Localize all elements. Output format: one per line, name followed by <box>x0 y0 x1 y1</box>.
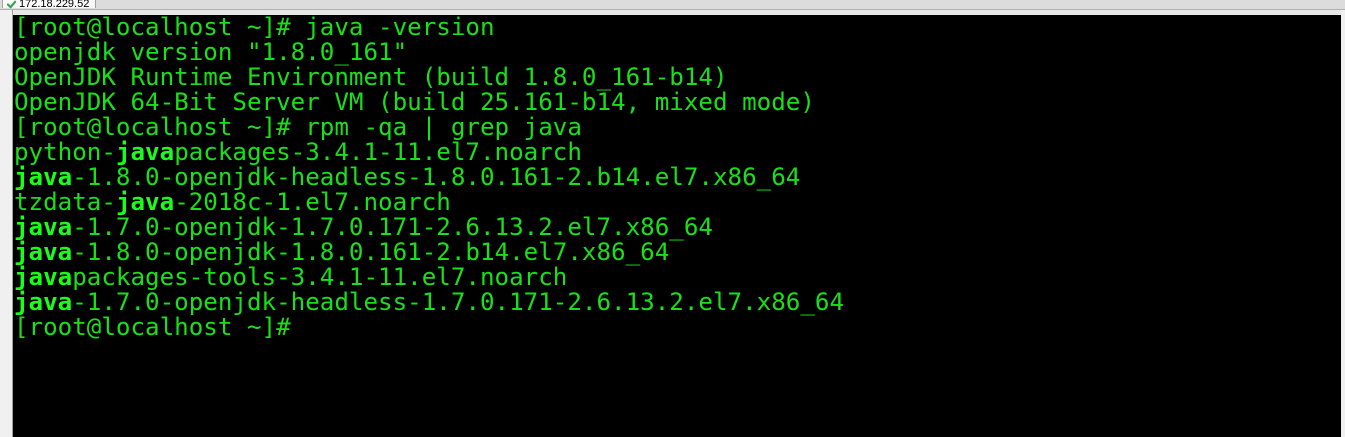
check-icon <box>7 0 16 9</box>
session-tab-label: 172.18.229.52 <box>19 0 90 10</box>
terminal-text: OpenJDK 64-Bit Server VM (build 25.161-b… <box>14 88 815 116</box>
window-right-frame <box>1341 10 1345 437</box>
terminal-text: packages-3.4.1-11.el7.noarch <box>174 138 582 166</box>
terminal-line: tzdata-java-2018c-1.el7.noarch <box>14 190 1341 215</box>
terminal-line: OpenJDK 64-Bit Server VM (build 25.161-b… <box>14 90 1341 115</box>
terminal-text: -1.7.0-openjdk-1.7.0.171-2.6.13.2.el7.x8… <box>72 213 713 241</box>
session-tab-strip: 172.18.229.52 <box>0 0 1345 10</box>
grep-match-highlight: java <box>14 263 73 291</box>
terminal-text: openjdk version "1.8.0_161" <box>14 38 408 66</box>
terminal-line: [root@localhost ~]# java -version <box>14 15 1341 40</box>
terminal-text: -1.7.0-openjdk-headless-1.7.0.171-2.6.13… <box>72 288 845 316</box>
terminal-line: openjdk version "1.8.0_161" <box>14 40 1341 65</box>
grep-match-highlight: java <box>14 213 73 241</box>
terminal-line: [root@localhost ~]# rpm -qa | grep java <box>14 115 1341 140</box>
terminal-line: java-1.7.0-openjdk-headless-1.7.0.171-2.… <box>14 290 1341 315</box>
terminal-text: packages-tools-3.4.1-11.el7.noarch <box>72 263 568 291</box>
terminal-text: [root@localhost ~]# rpm -qa | grep java <box>14 113 582 141</box>
terminal-line: java-1.8.0-openjdk-headless-1.8.0.161-2.… <box>14 165 1341 190</box>
terminal-line: javapackages-tools-3.4.1-11.el7.noarch <box>14 265 1341 290</box>
terminal-line: [root@localhost ~]# <box>14 315 1341 340</box>
terminal-text: python- <box>14 138 116 166</box>
terminal-line: java-1.8.0-openjdk-1.8.0.161-2.b14.el7.x… <box>14 240 1341 265</box>
terminal-line: python-javapackages-3.4.1-11.el7.noarch <box>14 140 1341 165</box>
terminal-line: java-1.7.0-openjdk-1.7.0.171-2.6.13.2.el… <box>14 215 1341 240</box>
grep-match-highlight: java <box>115 188 175 216</box>
terminal-text: [root@localhost ~]# <box>14 313 306 341</box>
terminal-text: -1.8.0-openjdk-headless-1.8.0.161-2.b14.… <box>72 163 801 191</box>
window-left-frame <box>0 10 13 437</box>
terminal-text: -1.8.0-openjdk-1.8.0.161-2.b14.el7.x86_6… <box>72 238 670 266</box>
grep-match-highlight: java <box>115 138 175 166</box>
terminal-text: OpenJDK Runtime Environment (build 1.8.0… <box>14 63 728 91</box>
grep-match-highlight: java <box>14 238 73 266</box>
terminal-text: [root@localhost ~]# java -version <box>14 13 495 41</box>
terminal-output[interactable]: [root@localhost ~]# java -version openjdk… <box>13 15 1341 437</box>
terminal-text: tzdata- <box>14 188 116 216</box>
session-tab[interactable]: 172.18.229.52 <box>2 0 97 10</box>
grep-match-highlight: java <box>14 163 73 191</box>
terminal-line: OpenJDK Runtime Environment (build 1.8.0… <box>14 65 1341 90</box>
grep-match-highlight: java <box>14 288 73 316</box>
terminal-text: -2018c-1.el7.noarch <box>174 188 451 216</box>
ssh-client-window: 172.18.229.52 [root@localhost ~]# java -… <box>0 0 1345 437</box>
